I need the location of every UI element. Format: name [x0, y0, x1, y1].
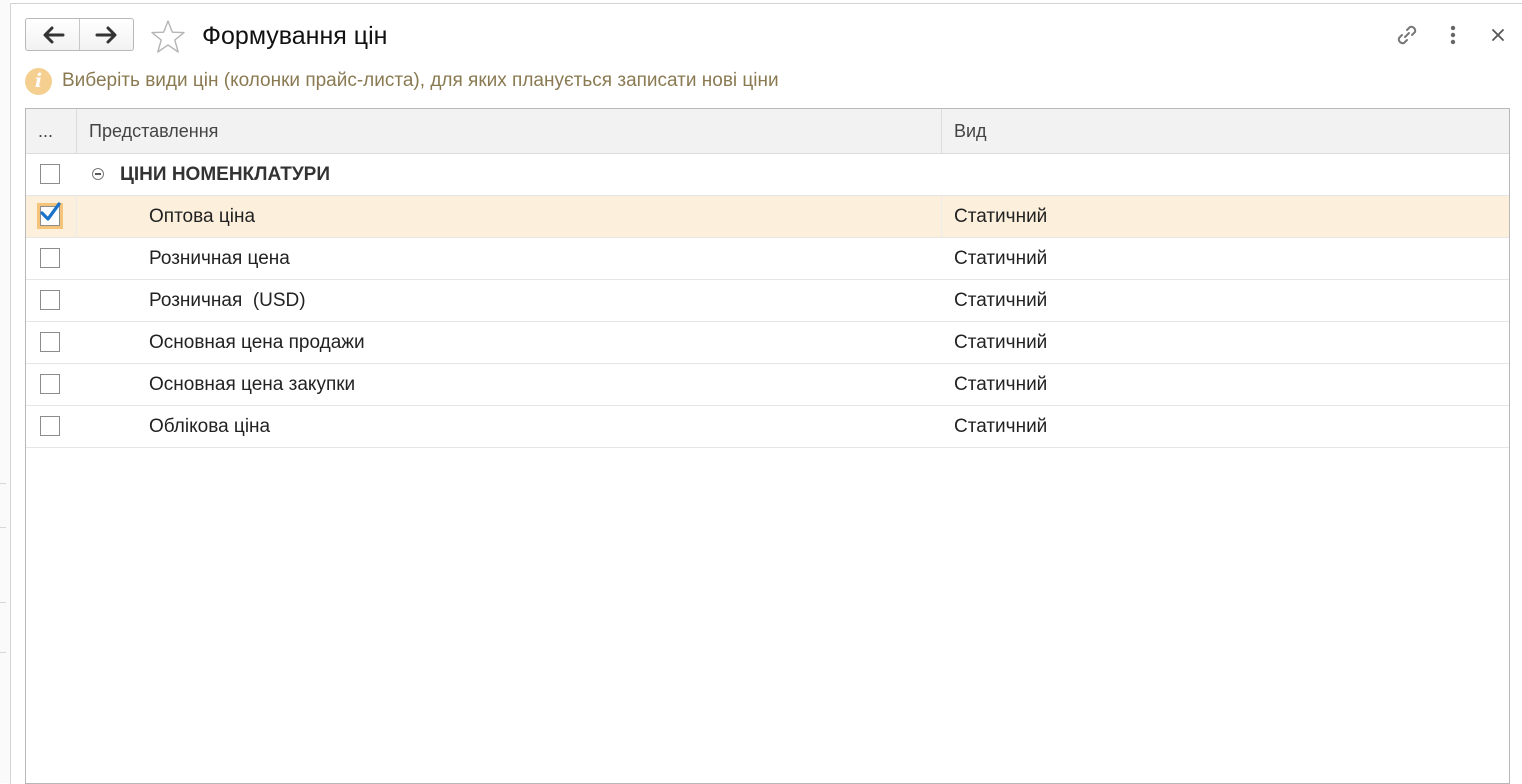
collapse-icon[interactable]	[92, 168, 104, 180]
forward-button[interactable]	[79, 19, 133, 50]
checkmark-icon	[40, 202, 61, 221]
arrow-right-icon	[95, 26, 116, 43]
row-kind: Статичний	[954, 416, 1048, 437]
close-button[interactable]	[1485, 22, 1511, 48]
window-title: Формування цін	[202, 22, 388, 50]
row-name: Основная цена продажи	[149, 332, 365, 353]
table-row[interactable]: Облікова ціна Статичний	[26, 406, 1509, 448]
row-kind: Статичний	[954, 206, 1048, 227]
info-message: i Виберіть види цін (колонки прайс-листа…	[25, 67, 779, 95]
row-checkbox[interactable]	[40, 374, 60, 394]
star-outline-icon[interactable]	[150, 19, 186, 55]
table-header: ... Представлення Вид	[26, 109, 1509, 154]
table-row[interactable]: Основная цена закупки Статичний	[26, 364, 1509, 406]
column-header-kind[interactable]: Вид	[942, 109, 1509, 153]
more-actions-button[interactable]	[1440, 22, 1466, 48]
column-header-check[interactable]: ...	[26, 109, 76, 153]
group-title: ЦІНИ НОМЕНКЛАТУРИ	[120, 164, 330, 185]
row-checkbox[interactable]	[40, 248, 60, 268]
price-types-table: ... Представлення Вид ЦІНИ НОМЕНКЛАТУРИ …	[25, 108, 1510, 784]
row-kind: Статичний	[954, 248, 1048, 269]
link-button[interactable]	[1394, 22, 1420, 48]
close-icon	[1492, 29, 1504, 41]
row-kind: Статичний	[954, 332, 1048, 353]
price-forming-window: Формування цін i Виберіть види цін (коло…	[10, 3, 1522, 784]
row-kind: Статичний	[954, 374, 1048, 395]
info-text: Виберіть види цін (колонки прайс-листа),…	[62, 70, 779, 91]
row-name: Оптова ціна	[149, 206, 256, 227]
navigation-buttons	[25, 18, 134, 51]
row-name: Облікова ціна	[149, 416, 271, 437]
back-button[interactable]	[26, 19, 79, 50]
row-checkbox[interactable]	[40, 290, 60, 310]
arrow-left-icon	[43, 26, 64, 43]
table-row[interactable]: Розничная цена Статичний	[26, 238, 1509, 280]
info-icon: i	[25, 67, 52, 95]
row-kind: Статичний	[954, 290, 1048, 311]
table-group-row[interactable]: ЦІНИ НОМЕНКЛАТУРИ	[26, 154, 1509, 196]
row-name: Розничная (USD)	[149, 290, 306, 311]
link-icon	[1397, 25, 1417, 45]
row-name: Основная цена закупки	[149, 374, 356, 395]
table-row[interactable]: Основная цена продажи Статичний	[26, 322, 1509, 364]
table-row[interactable]: Оптова ціна Статичний	[26, 196, 1509, 238]
row-checkbox[interactable]	[37, 202, 63, 229]
more-vertical-icon	[1450, 25, 1456, 45]
background-panel-edge	[0, 0, 10, 783]
group-checkbox[interactable]	[40, 164, 60, 184]
row-checkbox[interactable]	[40, 416, 60, 436]
row-name: Розничная цена	[149, 248, 290, 269]
table-row[interactable]: Розничная (USD) Статичний	[26, 280, 1509, 322]
row-checkbox[interactable]	[40, 332, 60, 352]
column-header-name[interactable]: Представлення	[77, 109, 941, 153]
